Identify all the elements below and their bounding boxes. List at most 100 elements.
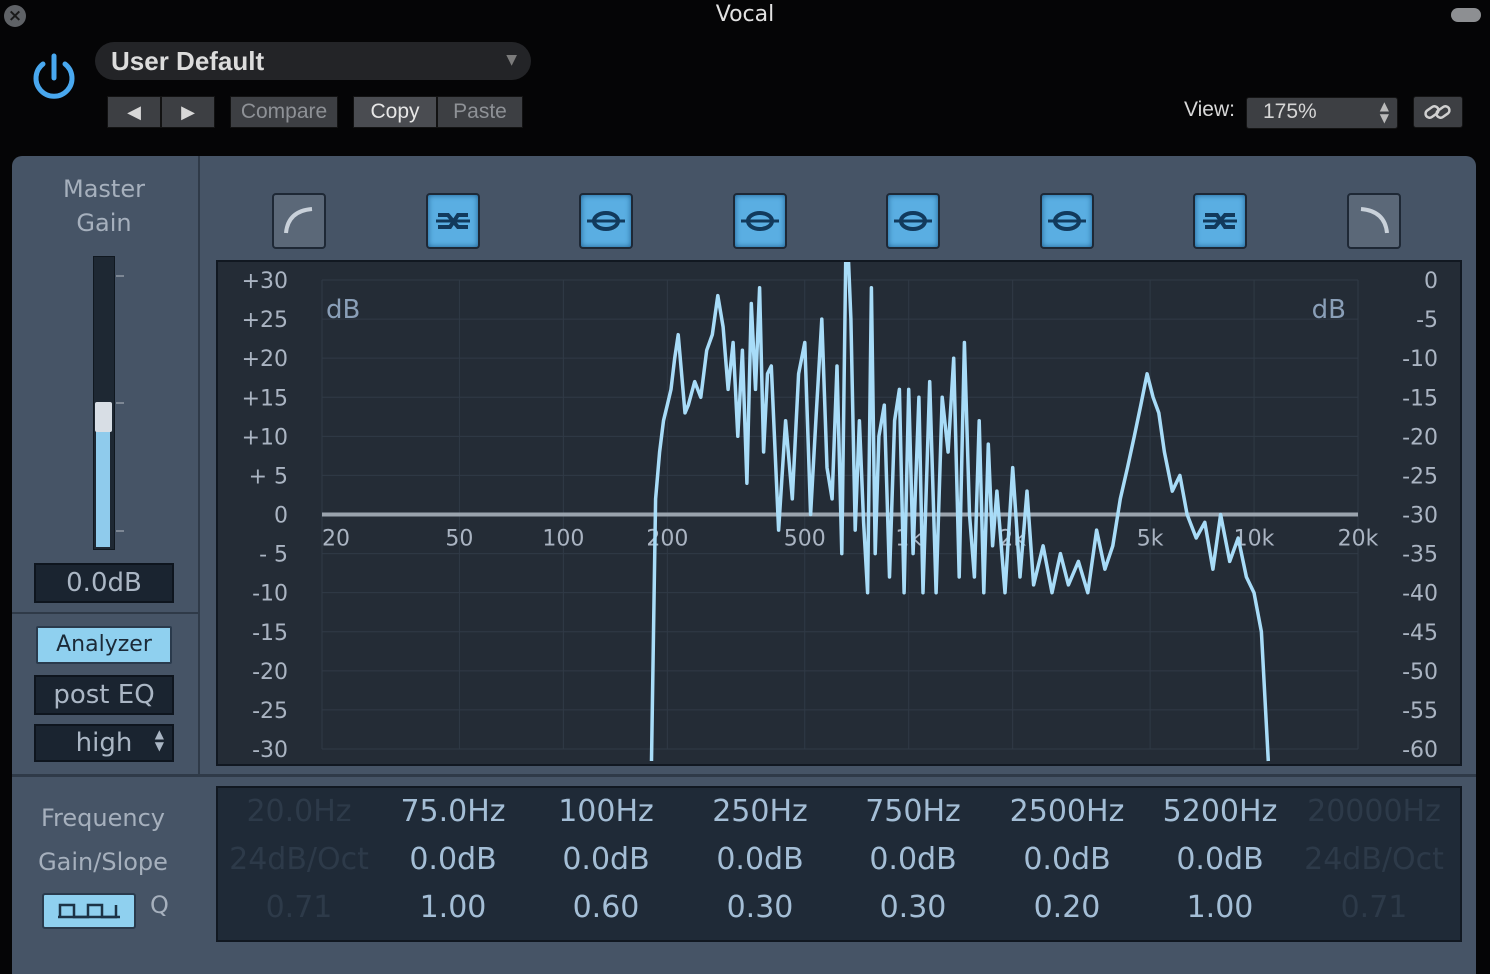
left-scale-label: -25 xyxy=(252,699,288,724)
band-4-gain-value[interactable]: 0.0dB xyxy=(683,836,837,884)
link-button[interactable] xyxy=(1413,96,1463,128)
eq-graph[interactable]: +30 0 +25 -5 +20 -10 +15 -15 +10 -20 + 5 -25 0 -30 - 5… xyxy=(216,260,1462,766)
fader-tick xyxy=(116,402,124,404)
analyzer-button[interactable]: Analyzer xyxy=(36,626,172,664)
band-4-q-value[interactable]: 0.30 xyxy=(683,884,837,932)
band-1-type-button[interactable] xyxy=(272,193,326,249)
toolbar-toggle-button[interactable] xyxy=(1451,8,1481,22)
band-7-q-value[interactable]: 1.00 xyxy=(1143,884,1297,932)
high-shelf-icon xyxy=(1203,213,1237,229)
right-scale-label: -60 xyxy=(1402,738,1438,763)
divider xyxy=(12,612,198,614)
view-label: View: xyxy=(1184,98,1235,121)
right-scale-label: -5 xyxy=(1416,308,1438,333)
previous-preset-button[interactable]: ◀ xyxy=(107,96,161,128)
band-2-params: 75.0Hz 0.0dB 1.00 xyxy=(376,788,530,932)
left-scale-label: -20 xyxy=(252,660,288,685)
right-scale-label: 0 xyxy=(1424,269,1438,294)
q-couple-button[interactable] xyxy=(42,893,136,929)
band-4-type-button[interactable] xyxy=(733,193,787,249)
band-3-gain-value[interactable]: 0.0dB xyxy=(529,836,683,884)
frequency-label: 20k xyxy=(1338,527,1379,552)
band-7-freq-value[interactable]: 5200Hz xyxy=(1143,788,1297,836)
power-icon[interactable] xyxy=(26,50,82,106)
band-6-type-button[interactable] xyxy=(1040,193,1094,249)
compare-button[interactable]: Compare xyxy=(230,96,338,128)
band-8-gain-value[interactable]: 24dB/Oct xyxy=(1297,836,1451,884)
band-6-freq-value[interactable]: 2500Hz xyxy=(990,788,1144,836)
link-icon xyxy=(1424,105,1451,119)
left-scale-label: 0 xyxy=(274,504,288,529)
right-scale-label: -40 xyxy=(1402,582,1438,607)
band-5-q-value[interactable]: 0.30 xyxy=(836,884,990,932)
left-scale-label: + 5 xyxy=(249,464,288,489)
bell-icon xyxy=(741,211,779,231)
divider xyxy=(12,774,1476,777)
frequency-label: 20 xyxy=(322,527,350,552)
band-2-freq-value[interactable]: 75.0Hz xyxy=(376,788,530,836)
band-7-gain-value[interactable]: 0.0dB xyxy=(1143,836,1297,884)
bell-icon xyxy=(587,211,625,231)
band-8-type-button[interactable] xyxy=(1347,193,1401,249)
right-scale-label: -45 xyxy=(1402,621,1438,646)
right-scale-label: -55 xyxy=(1402,699,1438,724)
frequency-label: Frequency xyxy=(41,804,165,832)
band-8-freq-value[interactable]: 20000Hz xyxy=(1297,788,1451,836)
band-1-q-value[interactable]: 0.71 xyxy=(222,884,376,932)
fader-tick xyxy=(116,275,124,277)
band-3-freq-value[interactable]: 100Hz xyxy=(529,788,683,836)
band-5-freq-value[interactable]: 750Hz xyxy=(836,788,990,836)
low-cut-icon xyxy=(284,207,313,234)
fader-tick xyxy=(116,530,124,532)
next-preset-button[interactable]: ▶ xyxy=(161,96,215,128)
band-3-params: 100Hz 0.0dB 0.60 xyxy=(529,788,683,932)
master-gain-title: Master Gain xyxy=(12,172,196,240)
preset-menu[interactable]: User Default ▼ xyxy=(95,42,531,80)
right-scale-label: -50 xyxy=(1402,660,1438,685)
band-2-type-button[interactable] xyxy=(426,193,480,249)
band-parameters: 20.0Hz 24dB/Oct 0.71 75.0Hz 0.0dB 1.00 100Hz 0.… xyxy=(216,786,1462,942)
band-7-type-button[interactable] xyxy=(1193,193,1247,249)
high-cut-icon xyxy=(1360,207,1389,234)
right-scale-label: -20 xyxy=(1402,425,1438,450)
gain-slope-label: Gain/Slope xyxy=(38,848,168,876)
analyzer-spectrum xyxy=(649,262,1271,762)
band-1-freq-value[interactable]: 20.0Hz xyxy=(222,788,376,836)
left-scale-label: -10 xyxy=(252,582,288,607)
left-scale-label: +20 xyxy=(242,347,288,372)
master-gain-value[interactable]: 0.0dB xyxy=(34,563,174,603)
analyzer-mode-button[interactable]: post EQ xyxy=(34,675,174,715)
right-scale-label: -35 xyxy=(1402,543,1438,568)
paste-button[interactable]: Paste xyxy=(437,96,523,128)
band-2-gain-value[interactable]: 0.0dB xyxy=(376,836,530,884)
frequency-label: 200 xyxy=(646,527,688,552)
copy-button[interactable]: Copy xyxy=(353,96,437,128)
bell-icon xyxy=(894,211,932,231)
frequency-label: 1k xyxy=(895,527,922,552)
view-zoom-select[interactable]: 175% ▲ ▼ xyxy=(1246,97,1398,129)
band-1-gain-value[interactable]: 24dB/Oct xyxy=(222,836,376,884)
frequency-label: 5k xyxy=(1137,527,1164,552)
analyzer-resolution-select[interactable]: high ▲ ▼ xyxy=(34,724,174,762)
chevron-down-icon: ▼ xyxy=(506,52,517,68)
frequency-label: 100 xyxy=(542,527,584,552)
band-4-freq-value[interactable]: 250Hz xyxy=(683,788,837,836)
band-3-q-value[interactable]: 0.60 xyxy=(529,884,683,932)
right-scale-label: -25 xyxy=(1402,464,1438,489)
band-4-params: 250Hz 0.0dB 0.30 xyxy=(683,788,837,932)
view-zoom-value: 175% xyxy=(1263,100,1317,123)
band-6-q-value[interactable]: 0.20 xyxy=(990,884,1144,932)
right-scale-label: -15 xyxy=(1402,386,1438,411)
preset-name: User Default xyxy=(111,46,265,76)
left-scale-label: - 5 xyxy=(259,543,288,568)
band-5-gain-value[interactable]: 0.0dB xyxy=(836,836,990,884)
band-5-type-button[interactable] xyxy=(886,193,940,249)
band-3-type-button[interactable] xyxy=(579,193,633,249)
band-2-q-value[interactable]: 1.00 xyxy=(376,884,530,932)
frequency-label: 500 xyxy=(784,527,826,552)
band-6-gain-value[interactable]: 0.0dB xyxy=(990,836,1144,884)
analyzer-resolution-value: high xyxy=(75,728,133,758)
band-8-q-value[interactable]: 0.71 xyxy=(1297,884,1451,932)
right-scale-label: -30 xyxy=(1402,504,1438,529)
master-gain-fader-handle[interactable] xyxy=(95,402,112,432)
